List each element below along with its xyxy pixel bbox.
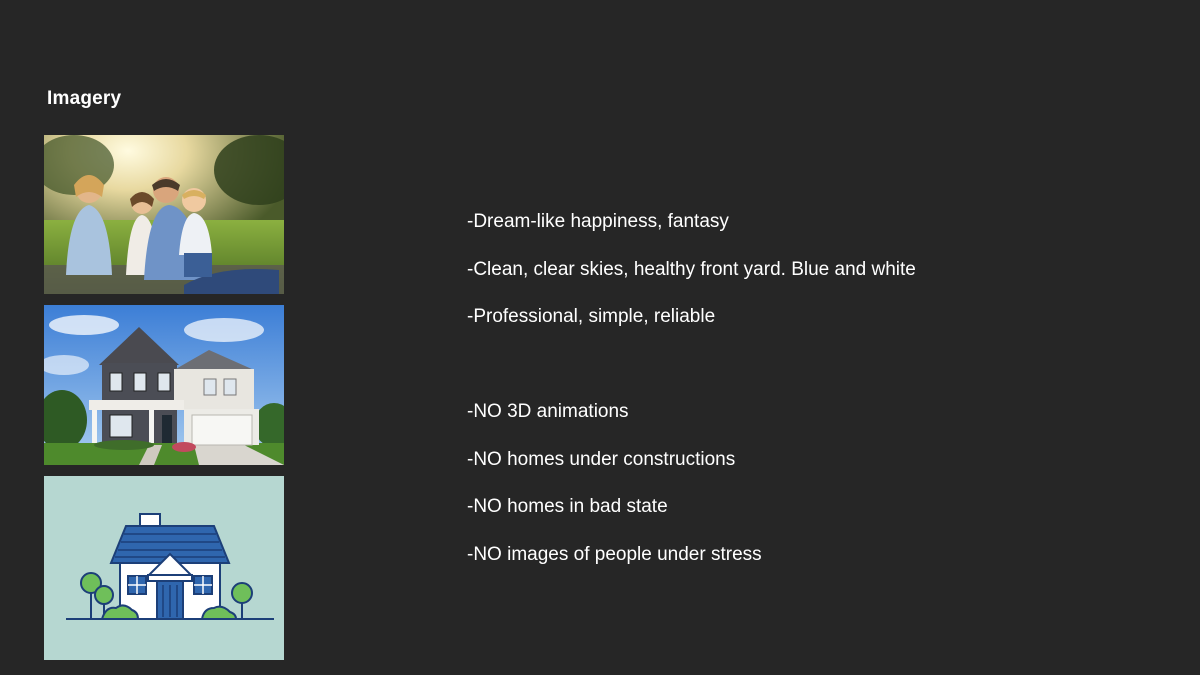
family-photo xyxy=(44,135,284,294)
dont-item: -NO homes under constructions xyxy=(467,449,736,470)
do-item: -Professional, simple, reliable xyxy=(467,306,716,327)
house-illustration xyxy=(44,476,284,660)
do-item: -Dream-like happiness, fantasy xyxy=(467,211,729,232)
dont-item: -NO homes in bad state xyxy=(467,496,668,517)
dont-item: -NO 3D animations xyxy=(467,401,629,422)
slide: Imagery -Dream-like happiness, fantasy -… xyxy=(0,0,1200,675)
dont-item: -NO images of people under stress xyxy=(467,544,762,565)
house-photo xyxy=(44,305,284,465)
do-item: -Clean, clear skies, healthy front yard.… xyxy=(467,259,916,280)
slide-title: Imagery xyxy=(47,88,122,109)
